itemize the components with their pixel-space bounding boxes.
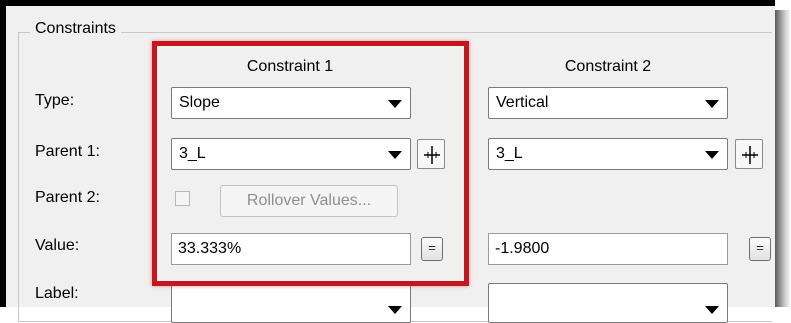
constraint-2-value-field[interactable] [488, 233, 728, 265]
chevron-down-icon [705, 151, 719, 159]
crosshair-pick-icon [742, 146, 758, 164]
chevron-down-icon [388, 100, 402, 108]
constraints-group-title: Constraints [30, 18, 121, 40]
constraint-1-pick-parent-button[interactable] [417, 139, 445, 169]
parent-2-label: Parent 2: [35, 189, 100, 206]
constraint-2-type-value: Vertical [496, 94, 549, 111]
value-label: Value: [35, 237, 80, 254]
constraint-2-type-dropdown[interactable]: Vertical [488, 87, 728, 119]
constraint-2-parent-1-value: 3_L [496, 145, 523, 162]
type-label: Type: [35, 92, 75, 109]
chevron-down-icon [388, 151, 402, 159]
constraint-1-parent-1-dropdown[interactable]: 3_L [171, 138, 411, 170]
constraint-1-value-field[interactable] [171, 233, 411, 265]
constraint-2-pick-parent-button[interactable] [735, 139, 763, 169]
chevron-down-icon [388, 306, 402, 314]
chevron-down-icon [705, 100, 719, 108]
constraint-2-header: Constraint 2 [564, 58, 652, 75]
chevron-down-icon [705, 306, 719, 314]
window-shadow [775, 10, 791, 307]
constraint-1-type-dropdown[interactable]: Slope [171, 87, 411, 119]
constraint-1-equals-button[interactable]: = [421, 237, 443, 261]
constraint-2-value-input[interactable] [495, 238, 710, 260]
crosshair-pick-icon [424, 146, 440, 164]
constraint-2-equals-button[interactable]: = [749, 237, 771, 261]
constraint-1-label-dropdown[interactable] [171, 283, 411, 323]
constraint-1-parent-1-value: 3_L [179, 145, 206, 162]
label-label: Label: [35, 285, 79, 302]
constraint-2-parent-1-dropdown[interactable]: 3_L [488, 138, 728, 170]
rollover-values-button[interactable]: Rollover Values... [220, 185, 398, 217]
constraint-1-value-input[interactable] [178, 238, 393, 260]
parent-1-label: Parent 1: [35, 143, 100, 160]
constraint-1-parent-2-checkbox[interactable] [175, 191, 190, 206]
constraint-1-type-value: Slope [179, 94, 220, 111]
constraint-2-label-dropdown[interactable] [488, 283, 728, 323]
constraint-1-header: Constraint 1 [246, 58, 334, 75]
